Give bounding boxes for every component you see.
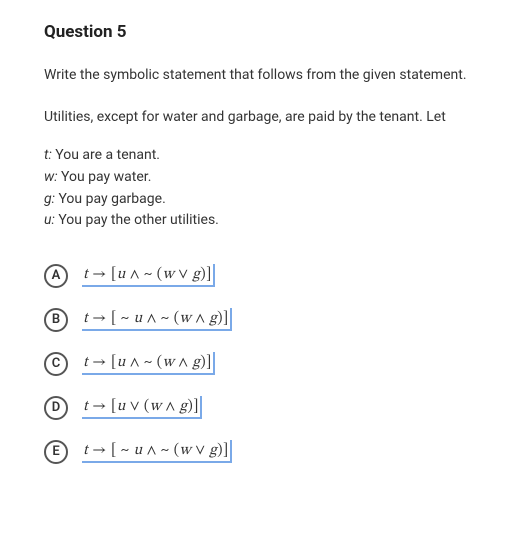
question-prompt: Write the symbolic statement that follow…: [44, 66, 483, 86]
def-g-text: You pay garbage.: [55, 191, 166, 207]
option-C[interactable]: C t → [u ∧ ~ (w ∧ g)]: [44, 352, 483, 376]
variable-definitions: t: You are a tenant. w: You pay water. g…: [44, 145, 483, 232]
question-title: Question 5: [44, 22, 483, 42]
def-u-var: u:: [44, 212, 55, 228]
def-t-var: t:: [44, 147, 52, 163]
option-A[interactable]: A t → [u ∧ ~ (w ∨ g)]: [44, 264, 483, 288]
def-u: u: You pay the other utilities.: [44, 210, 483, 232]
def-w: w: You pay water.: [44, 167, 483, 189]
question-context: Utilities, except for water and garbage,…: [44, 108, 483, 128]
def-t: t: You are a tenant.: [44, 145, 483, 167]
def-t-text: You are a tenant.: [52, 147, 160, 163]
option-D-formula: t → [u ∨ (w ∧ g)]: [82, 396, 202, 419]
option-D-letter: D: [44, 396, 68, 420]
option-B-letter: B: [44, 308, 68, 332]
option-B-formula: t → [ ~ u ∧ ~ (w ∧ g)]: [82, 308, 232, 331]
option-A-formula: t → [u ∧ ~ (w ∨ g)]: [82, 264, 215, 287]
def-g: g: You pay garbage.: [44, 189, 483, 211]
option-E-formula: t → [ ~ u ∧ ~ (w ∨ g)]: [82, 440, 232, 463]
option-A-letter: A: [44, 264, 68, 288]
option-E[interactable]: E t → [ ~ u ∧ ~ (w ∨ g)]: [44, 440, 483, 464]
option-C-formula: t → [u ∧ ~ (w ∧ g)]: [82, 352, 215, 375]
option-C-letter: C: [44, 352, 68, 376]
def-g-var: g:: [44, 191, 55, 207]
question-container: Question 5 Write the symbolic statement …: [0, 0, 527, 494]
def-w-var: w:: [44, 169, 58, 185]
option-B[interactable]: B t → [ ~ u ∧ ~ (w ∧ g)]: [44, 308, 483, 332]
options-list: A t → [u ∧ ~ (w ∨ g)] B t → [ ~ u ∧ ~ (w…: [44, 264, 483, 464]
def-w-text: You pay water.: [58, 169, 152, 185]
option-D[interactable]: D t → [u ∨ (w ∧ g)]: [44, 396, 483, 420]
option-E-letter: E: [44, 440, 68, 464]
def-u-text: You pay the other utilities.: [55, 212, 219, 228]
